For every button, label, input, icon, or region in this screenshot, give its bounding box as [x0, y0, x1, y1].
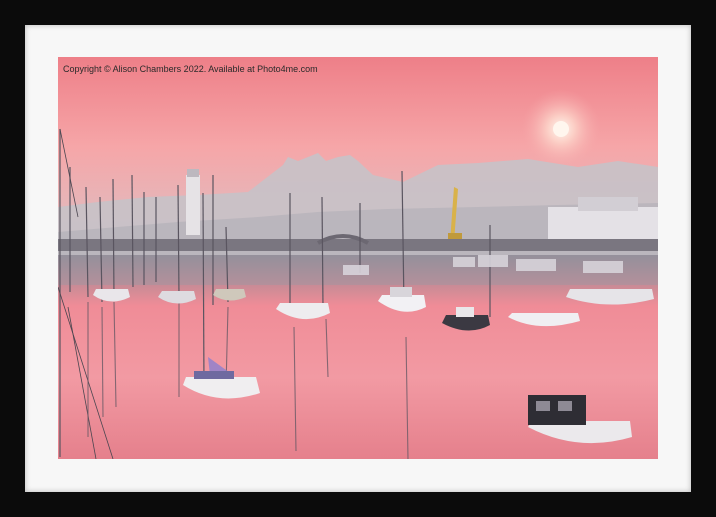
- lighthouse: [186, 175, 200, 235]
- harbour-scene: [58, 57, 658, 459]
- copyright-notice: Copyright © Alison Chambers 2022. Availa…: [63, 64, 318, 74]
- pier: [58, 239, 658, 251]
- picture-frame: Copyright © Alison Chambers 2022. Availa…: [0, 0, 716, 517]
- sun: [553, 121, 569, 137]
- harbour-photo: Copyright © Alison Chambers 2022. Availa…: [58, 57, 658, 459]
